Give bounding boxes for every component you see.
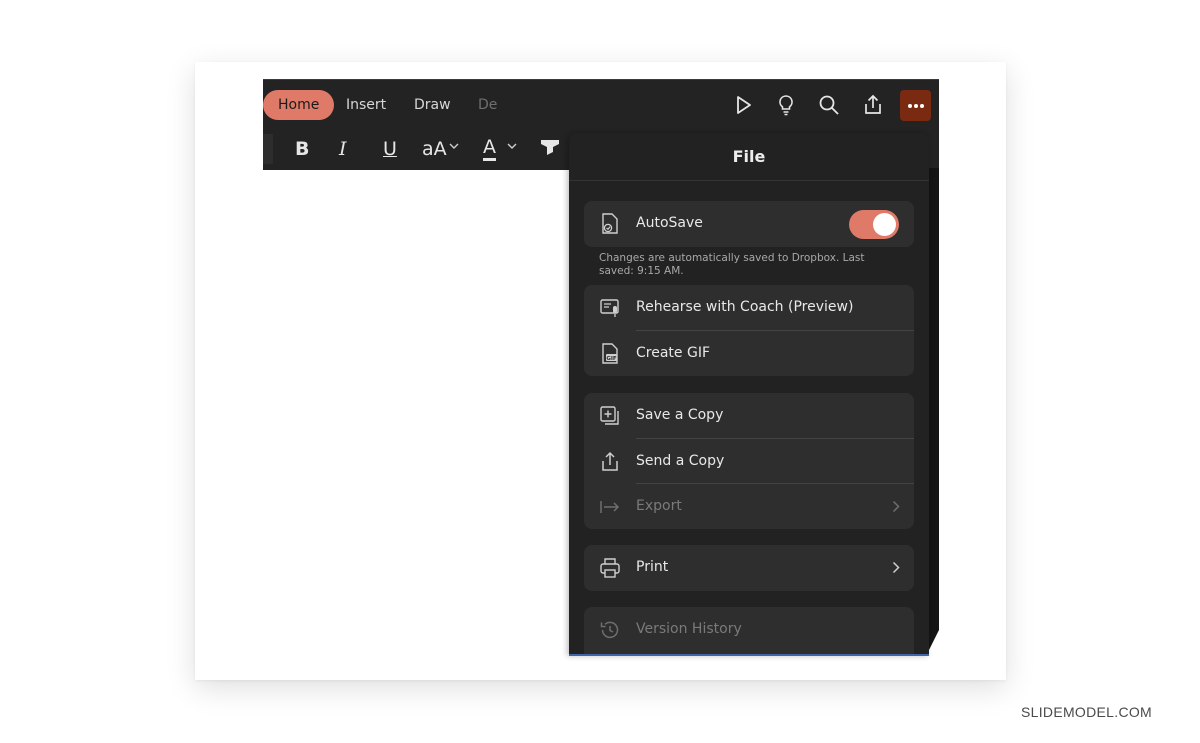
autosave-label: AutoSave [636,215,703,231]
panel-bottom-edge [569,654,929,656]
autosave-toggle[interactable] [849,210,899,239]
tab-draw[interactable]: Draw [414,90,451,120]
export-icon [600,501,620,513]
chevron-right-icon [892,500,900,513]
more-options-button[interactable] [900,90,931,121]
coach-icon [600,299,619,317]
chevron-right-icon [892,561,900,574]
menu-item-print[interactable]: Print [584,545,914,590]
menu-item-send-copy[interactable]: Send a Copy [584,439,914,484]
autosave-group: AutoSave [584,201,914,247]
history-icon [600,621,619,639]
chevron-down-icon[interactable] [449,142,459,150]
watermark: SLIDEMODEL.COM [1021,704,1152,720]
play-icon[interactable] [731,93,755,117]
font-size-button[interactable]: aA [422,136,447,162]
search-icon[interactable] [817,93,841,117]
menu-item-label: Version History [636,621,742,637]
underline-button[interactable]: U [383,136,397,162]
svg-text:GIF: GIF [606,356,617,362]
chevron-down-icon[interactable] [507,142,517,150]
share-icon[interactable] [861,93,885,117]
bold-button[interactable]: B [295,136,309,162]
gif-file-icon: GIF [602,343,618,364]
panel-title: File [569,133,929,181]
autosave-note: Changes are automatically saved to Dropb… [599,252,865,277]
ribbon-tabs: Home Insert Draw De [263,80,939,130]
autosave-file-icon [602,213,618,234]
send-copy-icon [602,451,618,471]
lightbulb-icon[interactable] [774,93,798,117]
menu-item-export[interactable]: Export [584,484,914,529]
menu-item-label: Print [636,559,669,575]
menu-item-label: Send a Copy [636,453,725,469]
menu-item-label: Create GIF [636,345,710,361]
autosave-row: AutoSave [584,201,914,246]
history-group: Version History [584,607,914,656]
toggle-knob [873,213,896,236]
menu-item-save-copy[interactable]: Save a Copy [584,393,914,438]
menu-item-label: Export [636,498,682,514]
italic-button[interactable]: I [339,136,347,162]
file-menu-panel: File AutoSave Changes are automatically … [569,133,929,656]
printer-icon [600,558,620,578]
toolbar-divider [263,134,273,164]
menu-item-create-gif[interactable]: GIF Create GIF [584,331,914,376]
font-color-button[interactable]: A [483,136,496,161]
copy-group: Save a Copy Send a Copy Export [584,393,914,529]
tab-insert[interactable]: Insert [346,90,386,120]
menu-item-rehearse[interactable]: Rehearse with Coach (Preview) [584,285,914,330]
save-copy-icon [600,406,619,425]
highlighter-icon[interactable] [539,137,561,159]
print-group: Print [584,545,914,591]
tab-home[interactable]: Home [263,90,335,120]
menu-item-version-history[interactable]: Version History [584,607,914,652]
menu-item-label: Save a Copy [636,407,724,423]
tab-design[interactable]: De [478,90,497,120]
coach-group: Rehearse with Coach (Preview) GIF Create… [584,285,914,376]
menu-item-label: Rehearse with Coach (Preview) [636,299,854,315]
